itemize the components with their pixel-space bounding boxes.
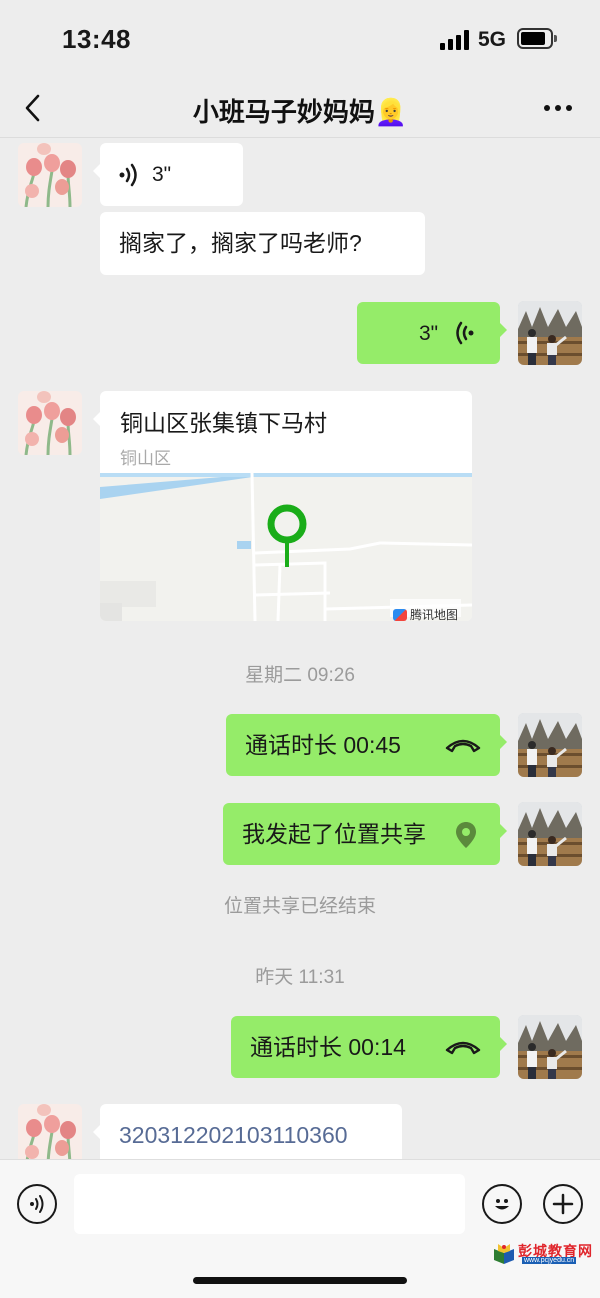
phone-hangup-icon	[445, 1041, 481, 1055]
chat-title: 小班马子妙妈妈👱‍♀️	[192, 97, 408, 127]
received-voice-message[interactable]: 3"	[93, 143, 243, 206]
voice-wave-icon	[30, 1195, 44, 1213]
call-duration-text: 通话时长 00:45	[245, 732, 401, 758]
received-text-message[interactable]: 搁家了，搁家了吗老师?	[100, 212, 425, 275]
my-avatar[interactable]	[518, 713, 582, 777]
battery-icon	[517, 28, 557, 49]
sent-location-share[interactable]: 我发起了位置共享	[223, 803, 507, 865]
home-indicator[interactable]	[193, 1277, 407, 1284]
received-text-message[interactable]: 320312202103110360	[93, 1104, 402, 1159]
voice-input-button[interactable]	[17, 1184, 57, 1224]
contact-avatar[interactable]	[18, 391, 82, 455]
input-bar	[0, 1159, 600, 1298]
message-text: 搁家了，搁家了吗老师?	[119, 230, 362, 256]
call-duration-text: 通话时长 00:14	[250, 1034, 406, 1060]
book-logo-icon	[494, 1244, 514, 1264]
contact-avatar[interactable]	[18, 143, 82, 207]
plus-icon	[552, 1193, 574, 1215]
my-avatar[interactable]	[518, 301, 582, 365]
my-avatar[interactable]	[518, 802, 582, 866]
map-provider-label: 腾讯地图	[410, 608, 459, 621]
location-subtitle: 铜山区	[120, 449, 171, 468]
system-timestamp: 星期二 09:26	[245, 665, 355, 686]
sent-voice-message[interactable]: 3"	[357, 302, 507, 364]
voice-wave-icon	[456, 321, 474, 345]
sent-call-record[interactable]: 通话时长 00:45	[226, 714, 507, 776]
message-input[interactable]	[74, 1174, 465, 1234]
smiley-icon	[495, 1199, 509, 1210]
system-notice: 位置共享已经结束	[223, 896, 376, 917]
phone-hangup-icon	[445, 739, 481, 753]
map-pin-icon	[267, 504, 307, 567]
status-time: 13:48	[62, 24, 131, 54]
network-type: 5G	[478, 28, 507, 51]
my-avatar[interactable]	[518, 1015, 582, 1079]
tencent-map-logo-icon	[393, 609, 407, 621]
sent-call-record[interactable]: 通话时长 00:14	[231, 1016, 507, 1078]
chat-header: 小班马子妙妈妈👱‍♀️	[0, 80, 600, 138]
voice-duration: 3"	[419, 322, 439, 345]
status-bar: 13:48 5G	[0, 0, 600, 80]
message-list[interactable]: 3" 搁家了，搁家了吗老师? 3" 铜山区张集镇下马村 铜山区 腾讯地图 星期二…	[0, 139, 600, 1159]
site-watermark: 彭城教育网 www.pcjyedu.cn	[492, 1241, 598, 1267]
voice-wave-icon	[119, 163, 137, 187]
more-functions-button[interactable]	[543, 1184, 583, 1224]
location-share-text: 我发起了位置共享	[242, 821, 426, 847]
voice-duration: 3"	[152, 163, 172, 186]
more-icon[interactable]	[540, 92, 576, 124]
number-link[interactable]: 320312202103110360	[119, 1119, 348, 1151]
location-title: 铜山区张集镇下马村	[120, 410, 327, 436]
system-timestamp: 昨天 11:31	[255, 967, 345, 988]
map-provider-badge: 腾讯地图	[390, 599, 462, 621]
location-map[interactable]: 腾讯地图	[100, 473, 472, 621]
watermark-url: www.pcjyedu.cn	[522, 1257, 577, 1264]
emoji-button[interactable]	[482, 1184, 522, 1224]
contact-avatar[interactable]	[18, 1104, 82, 1159]
cellular-signal-icon	[440, 30, 470, 50]
location-pin-icon	[456, 822, 476, 848]
location-message-card[interactable]: 铜山区张集镇下马村 铜山区 腾讯地图	[93, 391, 472, 621]
